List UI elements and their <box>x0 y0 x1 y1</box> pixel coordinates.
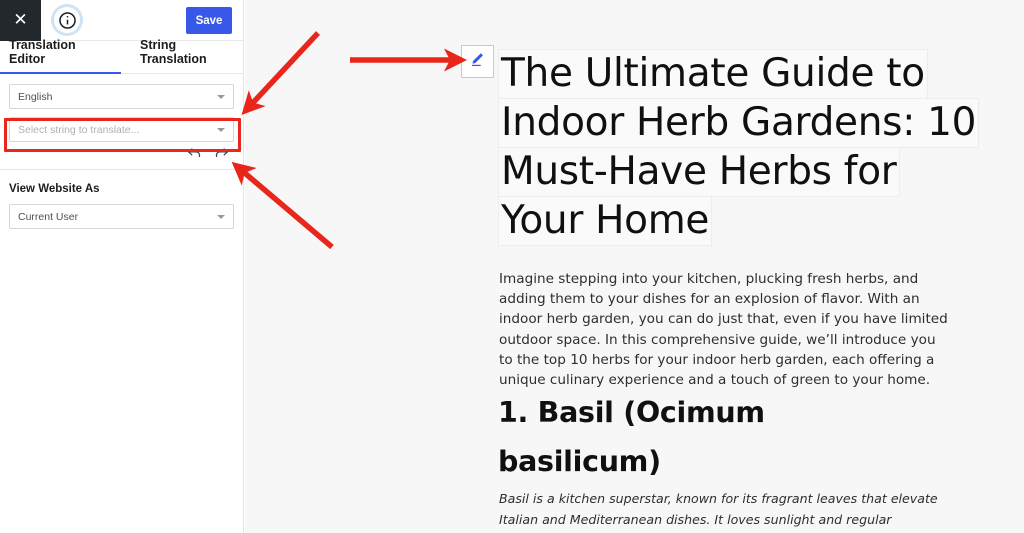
intro-paragraph: Imagine stepping into your kitchen, pluc… <box>499 271 948 389</box>
post-title-line-4: Your Home <box>498 196 713 246</box>
info-button[interactable] <box>54 7 80 33</box>
undo-arrow-icon <box>187 146 202 164</box>
save-button[interactable]: Save <box>186 7 232 34</box>
chevron-down-icon <box>217 214 225 219</box>
chevron-down-icon <box>217 127 225 132</box>
post-title-line-1: The Ultimate Guide to <box>498 49 928 99</box>
post-title-line-2: Indoor Herb Gardens: 10 <box>498 98 980 148</box>
language-select-value: English <box>18 90 53 103</box>
field-spacer <box>9 109 234 117</box>
tab-string-translation[interactable]: String Translation <box>140 38 243 73</box>
edit-title-button[interactable] <box>461 45 494 78</box>
sidebar-topbar: ✕ Save <box>0 0 243 41</box>
close-icon: ✕ <box>13 9 28 30</box>
view-website-as-title: View Website As <box>9 183 100 195</box>
sidebar-fields: English Select string to translate... <box>0 74 243 142</box>
history-controls <box>0 142 243 168</box>
app-root: ✕ Save Translation Editor String Transla… <box>0 0 1024 533</box>
string-select-placeholder: Select string to translate... <box>18 123 140 136</box>
post-title: The Ultimate Guide to Indoor Herb Garden… <box>498 49 980 246</box>
info-circle-icon <box>58 11 77 30</box>
redo-arrow-icon <box>214 146 229 164</box>
website-preview: The Ultimate Guide to Indoor Herb Garden… <box>245 0 1024 533</box>
tab-translation-editor[interactable]: Translation Editor <box>0 38 121 74</box>
undo-button[interactable] <box>187 147 202 162</box>
sidebar-tabs: Translation Editor String Translation <box>0 38 243 74</box>
section-heading-basil: 1. Basil (Ocimum basilicum) <box>498 396 765 478</box>
section-paragraph-basil: Basil is a kitchen superstar, known for … <box>499 491 938 533</box>
view-website-as-section: View Website As Current User <box>0 170 243 229</box>
post-title-line-3: Must-Have Herbs for <box>498 147 900 197</box>
pencil-edit-icon <box>469 51 486 73</box>
string-select[interactable]: Select string to translate... <box>9 117 234 142</box>
language-select[interactable]: English <box>9 84 234 109</box>
chevron-down-icon <box>217 94 225 99</box>
view-website-as-select[interactable]: Current User <box>9 204 234 229</box>
translation-sidebar: ✕ Save Translation Editor String Transla… <box>0 0 244 533</box>
redo-button[interactable] <box>214 147 229 162</box>
view-website-as-value: Current User <box>18 210 79 223</box>
close-button[interactable]: ✕ <box>0 0 41 41</box>
